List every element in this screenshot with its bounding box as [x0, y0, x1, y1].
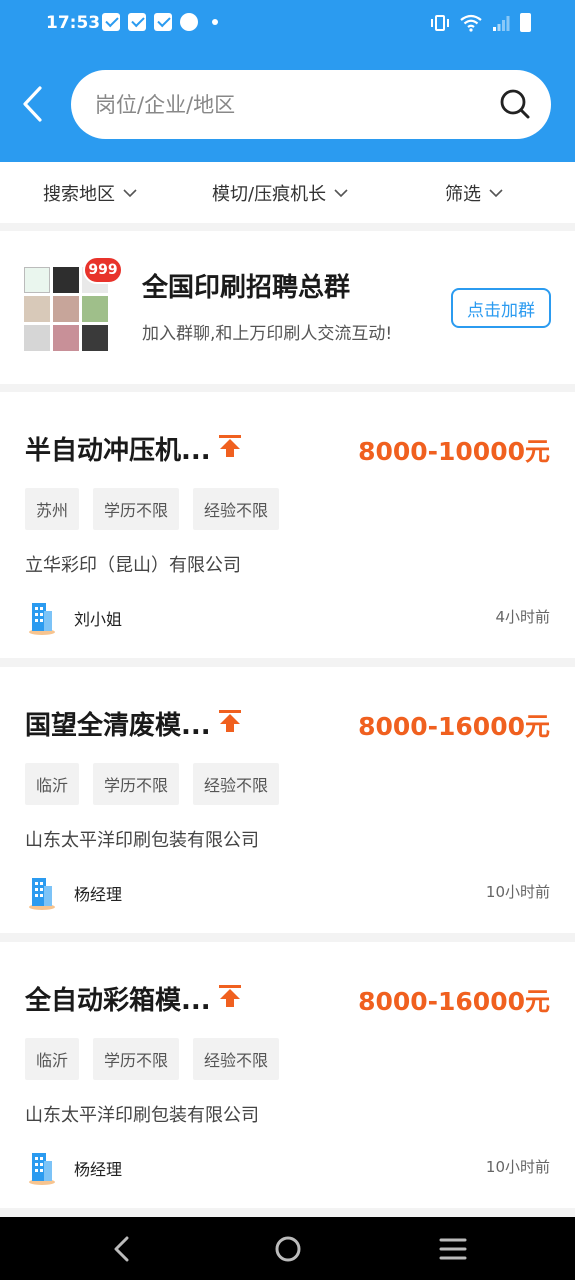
building-icon: [29, 878, 55, 910]
filter-position[interactable]: 模切/压痕机长: [212, 162, 348, 223]
filter-more-label: 筛选: [445, 183, 481, 205]
company-name: 山东太平洋印刷包装有限公司: [25, 830, 259, 851]
filter-position-label: 模切/压痕机长: [212, 183, 327, 205]
notification-bag-icon: [102, 13, 120, 31]
job-card[interactable]: 国望全清废模... 8000-16000元 临沂 学历不限 经验不限 山东太平洋…: [0, 667, 575, 933]
filter-region[interactable]: 搜索地区: [43, 162, 137, 223]
join-group-button[interactable]: 点击加群: [451, 288, 551, 328]
chevron-down-icon: [123, 188, 137, 197]
group-chat-card[interactable]: 999 全国印刷招聘总群 加入群聊,和上万印刷人交流互动! 点击加群: [0, 231, 575, 384]
pin-top-icon: [219, 435, 241, 457]
vibrate-icon: [431, 14, 449, 31]
chevron-down-icon: [489, 188, 503, 197]
system-status-icons: [430, 13, 531, 32]
job-card[interactable]: 半自动冲压机... 8000-10000元 苏州 学历不限 经验不限 立华彩印（…: [0, 392, 575, 658]
status-bar: 17:53: [0, 0, 575, 48]
nav-back-icon[interactable]: [106, 1233, 138, 1265]
job-card[interactable]: 全自动彩箱模... 8000-16000元 临沂 学历不限 经验不限 山东太平洋…: [0, 942, 575, 1208]
job-salary: 8000-16000元: [358, 712, 550, 741]
tag-experience: 经验不限: [193, 488, 280, 530]
pin-top-icon: [219, 710, 241, 732]
battery-icon: [520, 13, 531, 32]
building-icon: [29, 1153, 55, 1185]
tag-location: 临沂: [25, 1038, 80, 1080]
wifi-icon: [460, 14, 482, 32]
notification-bag-icon: [154, 13, 172, 31]
filter-region-label: 搜索地区: [43, 183, 115, 205]
back-button[interactable]: [18, 84, 48, 124]
tag-education: 学历不限: [93, 488, 180, 530]
job-salary: 8000-16000元: [358, 987, 550, 1016]
header: 17:53: [0, 0, 575, 162]
tag-experience: 经验不限: [193, 763, 280, 805]
search-input[interactable]: [95, 70, 485, 139]
group-subtitle: 加入群聊,和上万印刷人交流互动!: [142, 324, 393, 344]
contact-name: 刘小姐: [74, 610, 123, 629]
group-title: 全国印刷招聘总群: [142, 273, 351, 303]
tag-experience: 经验不限: [193, 1038, 280, 1080]
notification-compass-icon: [180, 13, 198, 31]
job-tags: 苏州 学历不限 经验不限: [25, 488, 280, 530]
tag-education: 学历不限: [93, 1038, 180, 1080]
filter-bar: 搜索地区 模切/压痕机长 筛选: [0, 162, 575, 223]
pin-top-icon: [219, 985, 241, 1007]
building-icon: [29, 603, 55, 635]
back-arrow-icon: [23, 86, 42, 122]
system-nav-bar: [0, 1217, 575, 1280]
search-box[interactable]: [71, 70, 551, 139]
status-time: 17:53: [46, 13, 101, 33]
post-time: 4小时前: [495, 608, 550, 626]
contact-name: 杨经理: [74, 1160, 123, 1179]
tag-location: 苏州: [25, 488, 80, 530]
unread-badge: 999: [83, 256, 123, 284]
job-title: 半自动冲压机...: [25, 436, 211, 466]
search-icon[interactable]: [499, 88, 531, 120]
signal-icon: [493, 15, 510, 31]
contact-name: 杨经理: [74, 885, 123, 904]
company-name: 山东太平洋印刷包装有限公司: [25, 1105, 259, 1126]
more-notifications-dot-icon: [212, 19, 218, 25]
notification-icons: [102, 13, 218, 31]
post-time: 10小时前: [485, 883, 550, 901]
tag-location: 临沂: [25, 763, 80, 805]
filter-more[interactable]: 筛选: [445, 162, 503, 223]
job-title: 全自动彩箱模...: [25, 986, 211, 1016]
job-tags: 临沂 学历不限 经验不限: [25, 1038, 280, 1080]
post-time: 10小时前: [485, 1158, 550, 1176]
nav-menu-icon[interactable]: [437, 1233, 469, 1265]
job-tags: 临沂 学历不限 经验不限: [25, 763, 280, 805]
tag-education: 学历不限: [93, 763, 180, 805]
company-name: 立华彩印（昆山）有限公司: [25, 555, 241, 576]
chevron-down-icon: [334, 188, 348, 197]
notification-bag-icon: [128, 13, 146, 31]
job-title: 国望全清废模...: [25, 711, 211, 741]
nav-home-icon[interactable]: [272, 1233, 304, 1265]
job-salary: 8000-10000元: [358, 437, 550, 466]
